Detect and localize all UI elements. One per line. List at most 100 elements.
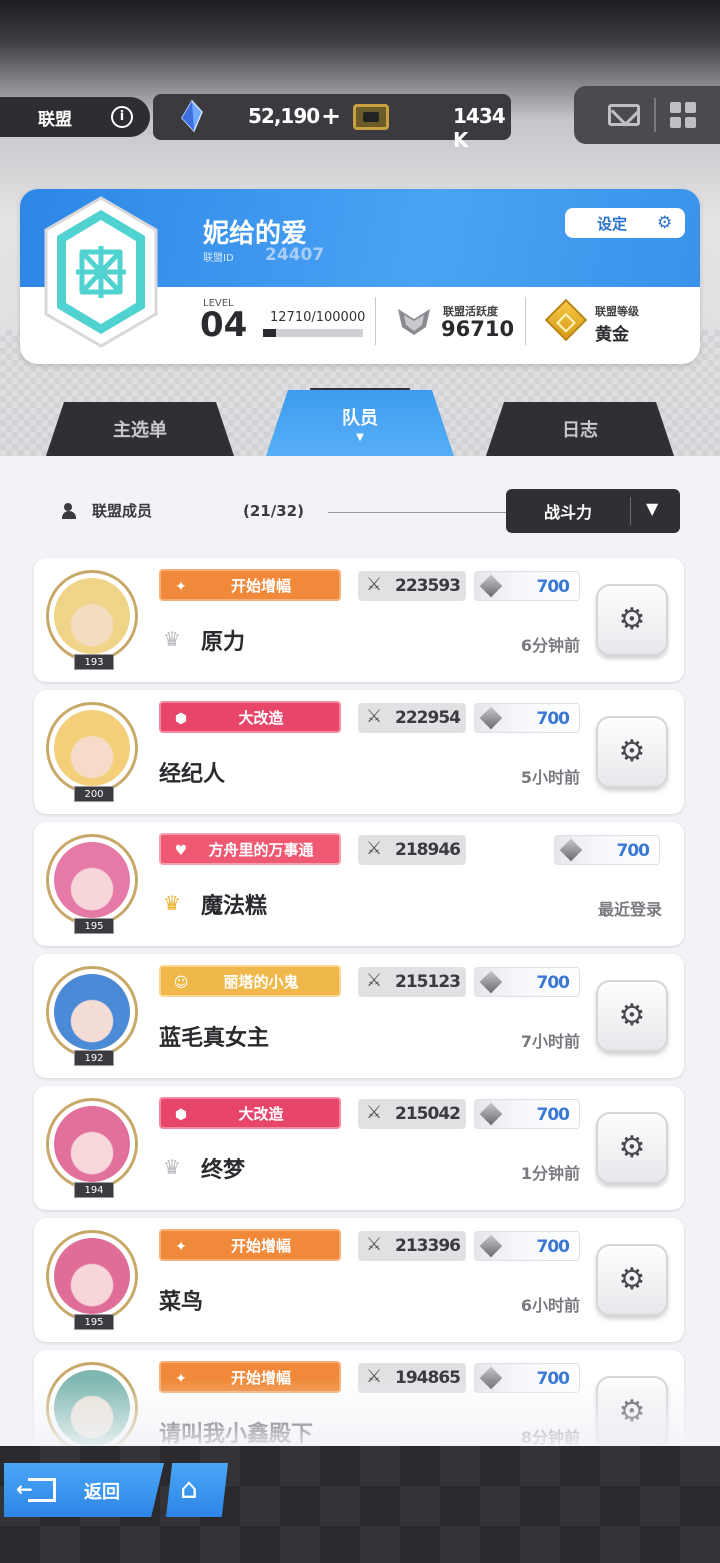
exp-progress-bar [263, 329, 363, 337]
gear-icon: ⚙ [618, 1130, 646, 1165]
mail-icon[interactable] [608, 104, 640, 126]
member-row[interactable]: 193 ✦ 开始增幅 ⚔ 223593 700 ♛ 原力 6分钟前 ⚙ [34, 558, 684, 682]
members-header-label: 联盟成员 [92, 502, 153, 520]
tab-main-menu[interactable]: 主选单 [46, 402, 234, 456]
crystal-count: 52,190 [248, 104, 320, 128]
avatar-portrait [54, 1238, 130, 1314]
activity-shield-icon [398, 309, 430, 335]
member-avatar[interactable]: 192 [42, 962, 142, 1068]
member-title-badge: ✦ 开始增幅 [159, 1229, 341, 1261]
badge-label: 开始增幅 [230, 576, 291, 595]
dropdown-arrow-icon[interactable]: ▼ [646, 499, 658, 518]
member-name: 原力 [201, 630, 246, 655]
list-fade [0, 1380, 720, 1446]
member-name: 终梦 [201, 1158, 246, 1183]
contribution-value: 700 [536, 709, 570, 729]
member-avatar[interactable]: 193 [42, 566, 142, 672]
member-settings-button[interactable]: ⚙ [596, 1112, 668, 1184]
crossed-swords-icon: ⚔ [366, 970, 383, 991]
member-name: 菜鸟 [159, 1290, 204, 1315]
member-settings-button[interactable]: ⚙ [596, 980, 668, 1052]
crown-icon: ♛ [163, 891, 181, 915]
member-title-badge: ✦ 开始增幅 [159, 569, 341, 601]
avatar-portrait [54, 1106, 130, 1182]
combat-power-value: 223593 [395, 576, 461, 596]
tab-log[interactable]: 日志 [486, 402, 674, 456]
member-level: 194 [74, 1182, 114, 1198]
member-avatar[interactable]: 195 [42, 830, 142, 936]
crown-icon: ♛ [163, 1155, 181, 1179]
member-row[interactable]: 195 ✦ 开始增幅 ⚔ 213396 700 菜鸟 6小时前 ⚙ [34, 1218, 684, 1342]
member-avatar[interactable]: 195 [42, 1226, 142, 1332]
member-row[interactable]: 194 ⬢ 大改造 ⚔ 215042 700 ♛ 终梦 1分钟前 ⚙ [34, 1086, 684, 1210]
back-button[interactable]: 返回 [4, 1463, 164, 1517]
crystal-icon [181, 100, 203, 132]
grid-menu-icon[interactable] [670, 102, 696, 128]
gear-icon: ⚙ [618, 602, 646, 637]
member-title-badge: ☺ 丽塔的小鬼 [159, 965, 341, 997]
member-level: 195 [74, 918, 114, 934]
alliance-level: 04 [200, 305, 248, 345]
member-row[interactable]: 200 ⬢ 大改造 ⚔ 222954 700 经纪人 5小时前 ⚙ [34, 690, 684, 814]
gem-icon [479, 970, 503, 994]
member-title-badge: ⬢ 大改造 [159, 701, 341, 733]
members-header: 联盟成员 [62, 500, 152, 521]
combat-power: ⚔ 223593 [358, 571, 466, 601]
member-settings-button[interactable]: ⚙ [596, 716, 668, 788]
tab-members[interactable]: 队员 ▼ [266, 390, 454, 456]
settings-button[interactable]: 设定 ⚙ [565, 208, 685, 238]
member-row[interactable]: 195 ♥ 方舟里的万事通 ⚔ 218946 700 ♛ 魔法糕 最近登录 [34, 822, 684, 946]
contribution-value: 700 [536, 973, 570, 993]
badge-label: 大改造 [238, 1104, 284, 1123]
combat-power-value: 215042 [395, 1104, 461, 1124]
gem-icon [479, 1102, 503, 1126]
contribution: 700 [474, 967, 580, 997]
member-row[interactable]: 192 ☺ 丽塔的小鬼 ⚔ 215123 700 蓝毛真女主 7小时前 ⚙ [34, 954, 684, 1078]
alliance-tab-header[interactable]: 联盟 i [0, 97, 150, 137]
badge-label: 开始增幅 [230, 1236, 291, 1255]
gear-icon: ⚙ [657, 213, 673, 233]
crossed-swords-icon: ⚔ [366, 706, 383, 727]
grade-label: 联盟等级 [595, 305, 639, 318]
last-login: 5小时前 [520, 768, 580, 787]
exp-text: 12710/100000 [270, 310, 366, 325]
crossed-swords-icon: ⚔ [366, 1102, 383, 1123]
last-login: 最近登录 [597, 900, 662, 919]
member-level: 192 [74, 1050, 114, 1066]
member-name: 经纪人 [159, 762, 226, 787]
contribution: 700 [474, 1231, 580, 1261]
member-avatar[interactable]: 200 [42, 698, 142, 804]
member-settings-button[interactable]: ⚙ [596, 584, 668, 656]
contribution: 700 [554, 835, 660, 865]
tab-members-label: 队员 [342, 407, 378, 429]
member-settings-button[interactable]: ⚙ [596, 1244, 668, 1316]
home-button[interactable]: ⌂ [166, 1463, 228, 1517]
combat-power-value: 213396 [395, 1236, 461, 1256]
crossed-swords-icon: ⚔ [366, 574, 383, 595]
alliance-emblem-icon [44, 196, 158, 348]
last-login: 1分钟前 [520, 1164, 580, 1183]
badge-label: 丽塔的小鬼 [223, 972, 299, 991]
ticket-count: 1434 K [453, 104, 506, 152]
contribution-value: 700 [616, 841, 650, 861]
badge-label: 方舟里的万事通 [208, 840, 314, 859]
avatar-portrait [54, 710, 130, 786]
sort-dropdown[interactable]: 战斗力 ▼ [506, 489, 680, 533]
info-icon[interactable]: i [111, 106, 133, 128]
home-icon: ⌂ [180, 1472, 198, 1505]
divider [375, 297, 376, 345]
badge-label: 大改造 [238, 708, 284, 727]
avatar-portrait [54, 578, 130, 654]
contribution-value: 700 [536, 1237, 570, 1257]
member-level: 200 [74, 786, 114, 802]
combat-power-value: 218946 [395, 840, 461, 860]
alliance-id: 24407 [265, 245, 325, 265]
member-name: 魔法糕 [201, 894, 268, 919]
divider [328, 512, 518, 513]
exp-progress-fill [263, 329, 276, 337]
member-avatar[interactable]: 194 [42, 1094, 142, 1200]
avatar-portrait [54, 842, 130, 918]
contribution: 700 [474, 703, 580, 733]
add-crystal-button[interactable]: + [321, 102, 341, 130]
chevron-down-icon: ▼ [356, 431, 364, 443]
